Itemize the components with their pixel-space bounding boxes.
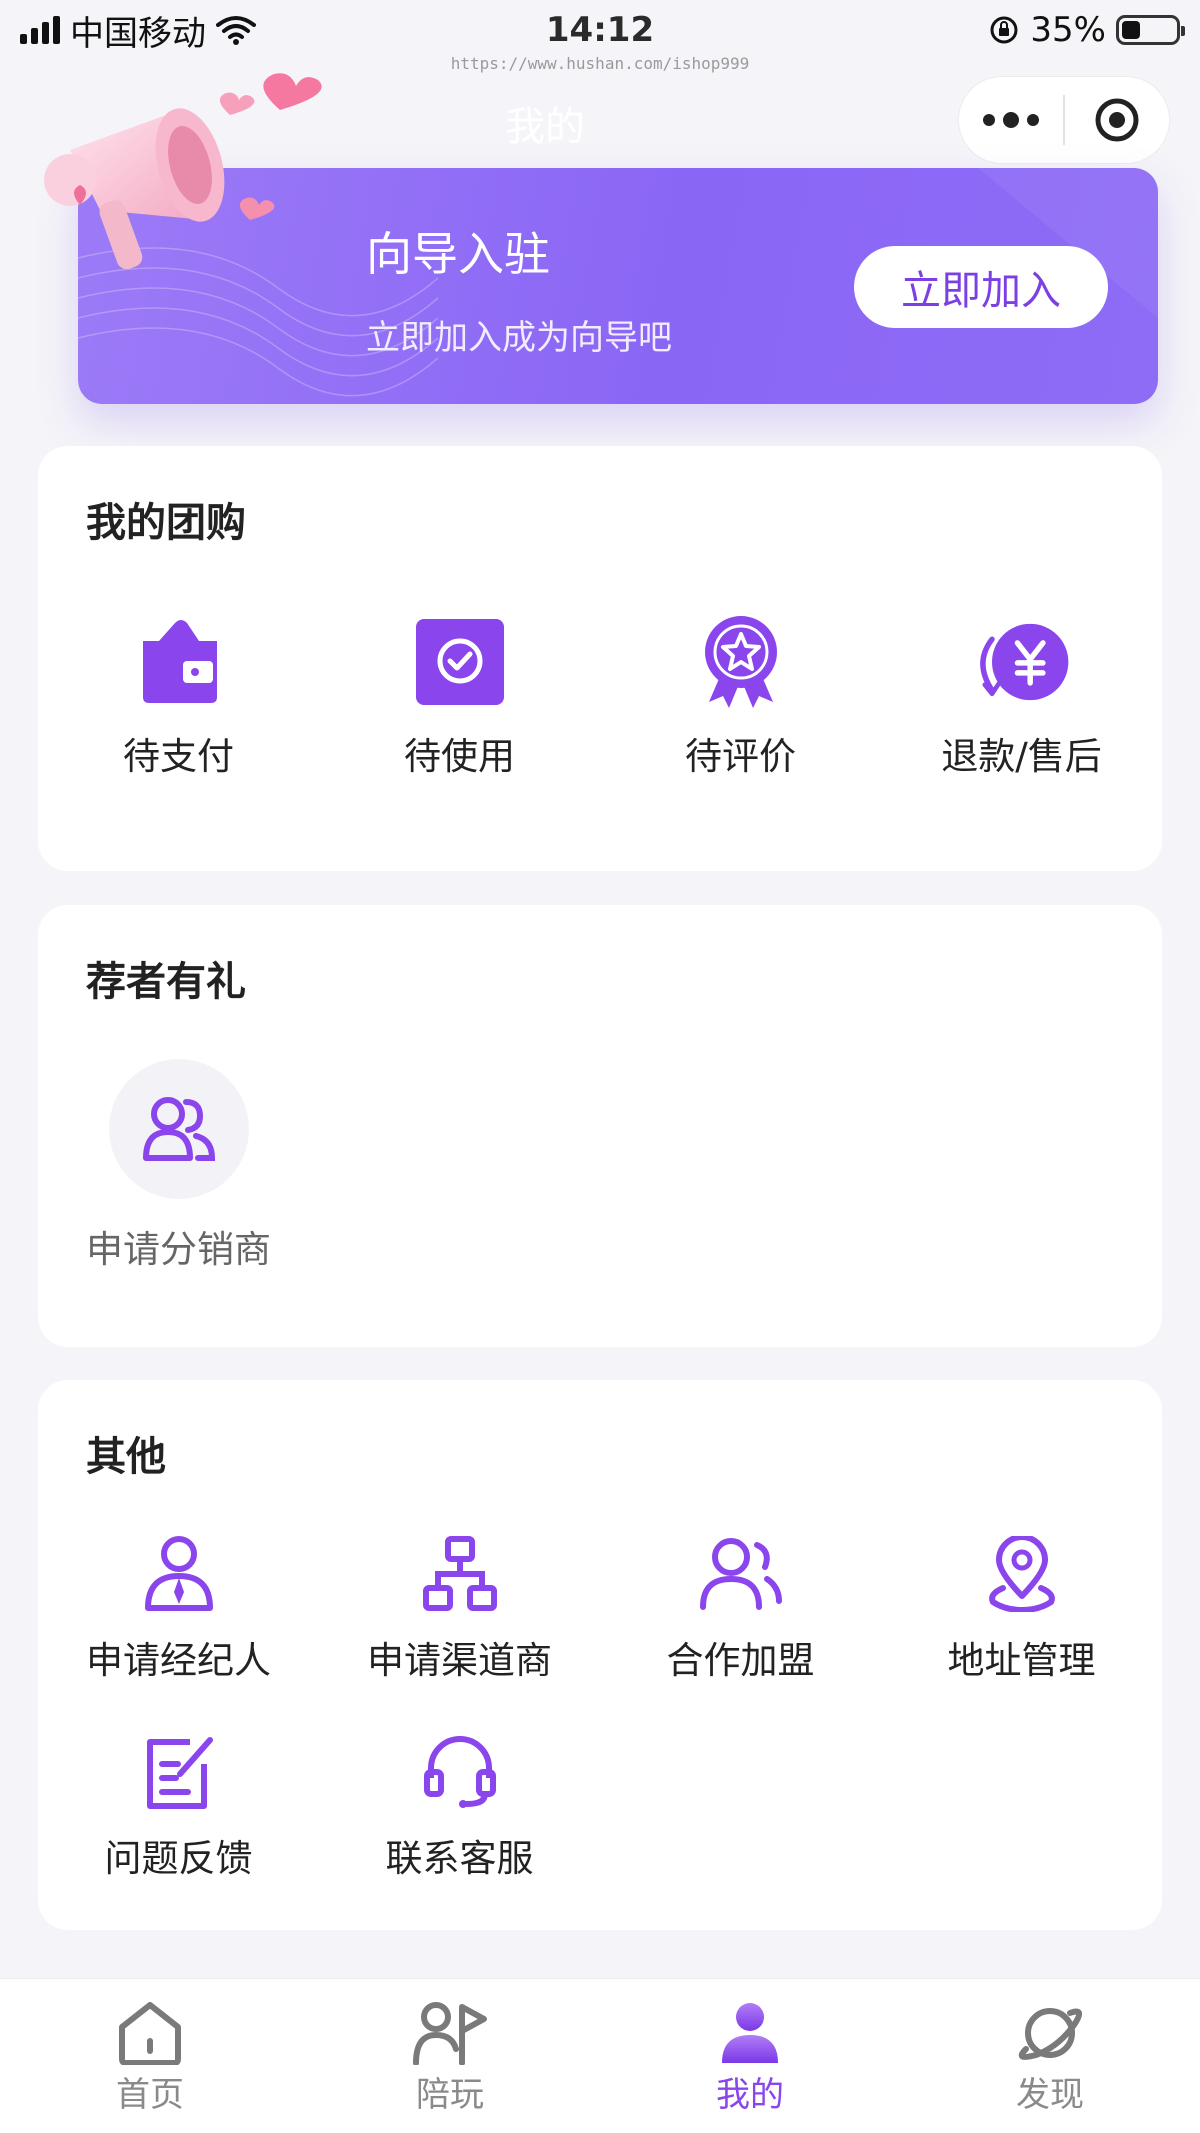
pending-use-label: 待使用 (404, 735, 515, 778)
network-icon (422, 1536, 497, 1611)
profile-icon (722, 2003, 778, 2063)
target-icon (1095, 98, 1139, 142)
carrier-label: 中国移动 (70, 13, 206, 54)
partner-icon (699, 1538, 782, 1610)
companion-flag-icon (413, 2002, 487, 2065)
wallet-icon (142, 620, 217, 703)
address-manage-item[interactable]: 地址管理 (881, 1532, 1162, 1684)
pending-payment-item[interactable]: 待支付 (38, 612, 319, 780)
tab-profile[interactable]: 我的 (600, 1979, 900, 2133)
apply-agent-item[interactable]: 申请经纪人 (38, 1532, 319, 1684)
pending-payment-label: 待支付 (123, 735, 234, 778)
pending-review-item[interactable]: 待评价 (600, 612, 881, 780)
partner-join-item[interactable]: 合作加盟 (600, 1532, 881, 1684)
status-left: 中国移动 (20, 6, 256, 55)
contact-service-label: 联系客服 (385, 1837, 534, 1880)
megaphone-hearts-illustration (44, 73, 322, 270)
pending-review-label: 待评价 (685, 735, 796, 778)
tab-companion[interactable]: 陪玩 (300, 1979, 600, 2133)
wifi-icon (216, 16, 256, 45)
group-buy-title: 我的团购 (86, 500, 246, 546)
tab-profile-label: 我的 (716, 2075, 784, 2115)
users-icon (142, 1097, 215, 1161)
orientation-lock-icon (990, 16, 1018, 44)
banner-title: 向导入驻 (366, 227, 550, 281)
other-title: 其他 (86, 1434, 166, 1480)
refund-yen-icon (979, 623, 1068, 701)
group-buy-card: 我的团购 待支付 待使用 待评价 退款/售后 (38, 446, 1162, 871)
join-now-button[interactable]: 立即加入 (854, 246, 1108, 328)
apply-distributor-label: 申请分销商 (86, 1228, 271, 1271)
location-pin-icon (988, 1536, 1055, 1612)
partner-join-label: 合作加盟 (666, 1639, 815, 1682)
tab-home-label: 首页 (116, 2075, 184, 2115)
bottom-tab-bar: 首页 陪玩 我的 发现 (0, 1978, 1200, 2133)
referral-title: 荐者有礼 (86, 959, 246, 1005)
battery-percent: 35% (1030, 10, 1106, 50)
refund-aftersale-label: 退款/售后 (941, 735, 1102, 778)
tab-discover-label: 发现 (1016, 2075, 1084, 2115)
other-card: 其他 申请经纪人 申请渠道商 合作加盟 地址管理 问题反馈 联系客服 (38, 1380, 1162, 1930)
more-options-button[interactable] (959, 112, 1063, 128)
address-manage-label: 地址管理 (947, 1639, 1096, 1682)
refund-aftersale-item[interactable]: 退款/售后 (881, 612, 1162, 780)
signal-icon (20, 16, 60, 44)
battery-icon (1116, 15, 1185, 45)
tab-companion-label: 陪玩 (416, 2075, 484, 2115)
check-box-icon (415, 619, 504, 705)
pending-use-item[interactable]: 待使用 (319, 612, 600, 780)
tab-discover[interactable]: 发现 (900, 1979, 1200, 2133)
tab-home[interactable]: 首页 (0, 1979, 300, 2133)
apply-distributor-item[interactable]: 申请分销商 (38, 1059, 319, 1273)
feedback-item[interactable]: 问题反馈 (38, 1730, 319, 1882)
apply-agent-label: 申请经纪人 (86, 1639, 271, 1682)
star-badge-icon (704, 616, 777, 708)
agent-icon (144, 1536, 213, 1611)
home-icon (119, 2002, 181, 2065)
feedback-label: 问题反馈 (104, 1837, 253, 1880)
miniprogram-capsule (958, 76, 1170, 164)
contact-service-item[interactable]: 联系客服 (319, 1730, 600, 1882)
feedback-edit-icon (146, 1737, 213, 1809)
apply-channel-item[interactable]: 申请渠道商 (319, 1532, 600, 1684)
status-bar: 中国移动 35% (0, 0, 1200, 60)
headset-icon (423, 1736, 496, 1808)
apply-channel-label: 申请渠道商 (367, 1639, 552, 1682)
close-miniprogram-button[interactable] (1065, 96, 1169, 144)
referral-card: 荐者有礼 申请分销商 (38, 905, 1162, 1347)
banner-subtitle: 立即加入成为向导吧 (366, 318, 672, 358)
planet-icon (1018, 2008, 1082, 2060)
status-right: 35% (988, 10, 1185, 50)
